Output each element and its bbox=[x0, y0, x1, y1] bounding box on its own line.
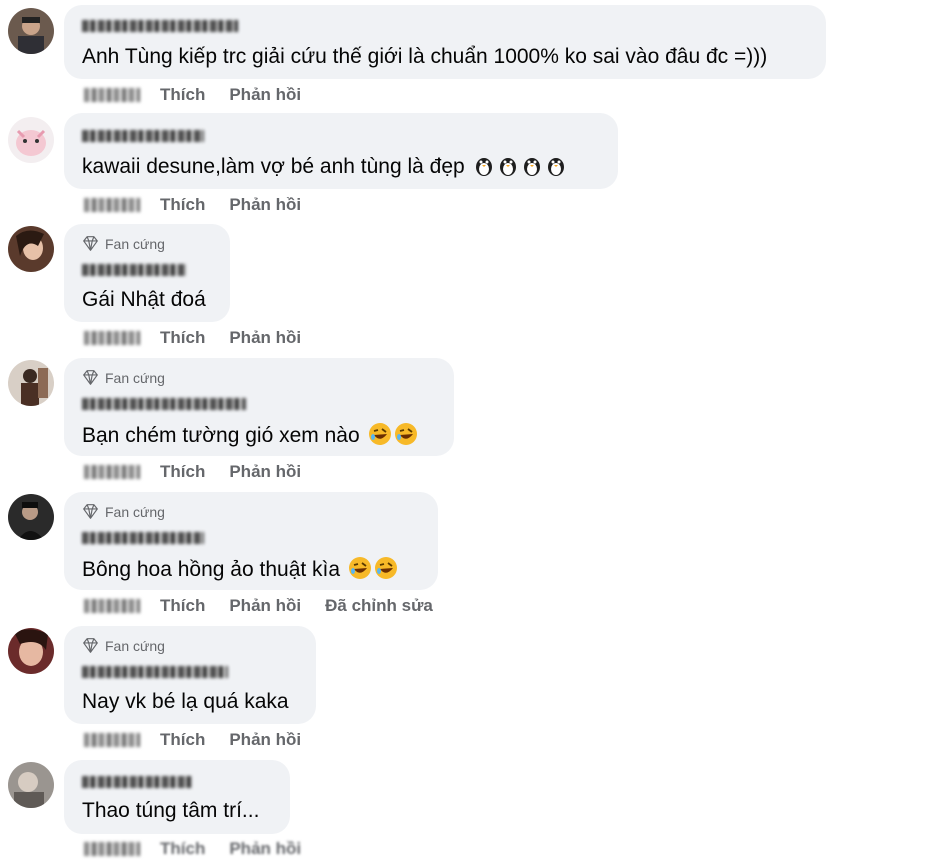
comment-bubble: Fan cứng Bông hoa hồng ảo thuật kìa bbox=[64, 492, 438, 590]
diamond-icon bbox=[83, 504, 98, 519]
edited-label[interactable]: Đã chỉnh sửa bbox=[325, 596, 433, 616]
timestamp[interactable] bbox=[84, 331, 140, 345]
timestamp[interactable] bbox=[84, 198, 140, 212]
diamond-icon bbox=[83, 236, 98, 251]
reply-button[interactable]: Phản hồi bbox=[229, 85, 301, 105]
commenter-name[interactable] bbox=[82, 776, 192, 788]
rofl-icon bbox=[348, 556, 372, 586]
diamond-icon bbox=[83, 638, 98, 653]
comment-text: Anh Tùng kiếp trc giải cứu thế giới là c… bbox=[82, 45, 768, 68]
timestamp[interactable] bbox=[84, 88, 140, 102]
avatar[interactable] bbox=[8, 762, 54, 808]
penguin-icon bbox=[497, 153, 519, 183]
comment-bubble: Anh Tùng kiếp trc giải cứu thế giới là c… bbox=[64, 5, 826, 79]
reply-button[interactable]: Phản hồi bbox=[229, 730, 301, 750]
reply-button[interactable]: Phản hồi bbox=[229, 328, 301, 348]
commenter-name[interactable] bbox=[82, 666, 228, 678]
timestamp[interactable] bbox=[84, 599, 140, 613]
like-button[interactable]: Thích bbox=[160, 462, 205, 482]
penguin-icon bbox=[545, 153, 567, 183]
comment-text: Gái Nhật đoá bbox=[82, 288, 206, 311]
reply-button[interactable]: Phản hồi bbox=[229, 195, 301, 215]
comment-actions: Thích Phản hồi Đã chỉnh sửa bbox=[84, 595, 433, 617]
comment-text-content: Bạn chém tường gió xem nào bbox=[82, 424, 360, 447]
comment-actions: Thích Phản hồi bbox=[84, 729, 325, 751]
comment-actions: Thích Phản hồi bbox=[84, 461, 325, 483]
badge-label: Fan cứng bbox=[105, 637, 165, 654]
comment-actions: Thích Phản hồi bbox=[84, 327, 325, 349]
comment-text: Thao túng tâm trí... bbox=[82, 799, 260, 822]
reply-button[interactable]: Phản hồi bbox=[229, 839, 301, 859]
timestamp[interactable] bbox=[84, 842, 140, 856]
like-button[interactable]: Thích bbox=[160, 328, 205, 348]
comment-text: Nay vk bé lạ quá kaka bbox=[82, 690, 289, 713]
comment-bubble: Fan cứng Nay vk bé lạ quá kaka bbox=[64, 626, 316, 724]
badge-label: Fan cứng bbox=[105, 503, 165, 520]
penguin-icon bbox=[521, 153, 543, 183]
avatar[interactable] bbox=[8, 8, 54, 54]
avatar[interactable] bbox=[8, 494, 54, 540]
commenter-name[interactable] bbox=[82, 398, 246, 410]
comment-text: kawaii desune,làm vợ bé anh tùng là đẹp bbox=[82, 153, 567, 183]
diamond-icon bbox=[83, 370, 98, 385]
like-button[interactable]: Thích bbox=[160, 596, 205, 616]
badge-label: Fan cứng bbox=[105, 369, 165, 386]
comment-bubble: Fan cứng Bạn chém tường gió xem nào bbox=[64, 358, 454, 456]
badge-label: Fan cứng bbox=[105, 235, 165, 252]
rofl-icon bbox=[368, 422, 392, 452]
rofl-icon bbox=[394, 422, 418, 452]
fan-badge: Fan cứng bbox=[82, 503, 165, 520]
comment-text-content: kawaii desune,làm vợ bé anh tùng là đẹp bbox=[82, 155, 465, 178]
comment-text: Bông hoa hồng ảo thuật kìa bbox=[82, 556, 398, 586]
comment-bubble: Thao túng tâm trí... bbox=[64, 760, 290, 834]
reply-button[interactable]: Phản hồi bbox=[229, 462, 301, 482]
comment-actions: Thích Phản hồi bbox=[84, 838, 325, 860]
like-button[interactable]: Thích bbox=[160, 85, 205, 105]
timestamp[interactable] bbox=[84, 733, 140, 747]
like-button[interactable]: Thích bbox=[160, 730, 205, 750]
like-button[interactable]: Thích bbox=[160, 839, 205, 859]
fan-badge: Fan cứng bbox=[82, 637, 165, 654]
avatar[interactable] bbox=[8, 226, 54, 272]
fan-badge: Fan cứng bbox=[82, 369, 165, 386]
reply-button[interactable]: Phản hồi bbox=[229, 596, 301, 616]
commenter-name[interactable] bbox=[82, 130, 204, 142]
fan-badge: Fan cứng bbox=[82, 235, 165, 252]
timestamp[interactable] bbox=[84, 465, 140, 479]
commenter-name[interactable] bbox=[82, 264, 186, 276]
comment-text-content: Bông hoa hồng ảo thuật kìa bbox=[82, 558, 341, 581]
commenter-name[interactable] bbox=[82, 20, 238, 32]
comment-text: Bạn chém tường gió xem nào bbox=[82, 422, 418, 452]
commenter-name[interactable] bbox=[82, 532, 204, 544]
avatar[interactable] bbox=[8, 117, 54, 163]
comment-actions: Thích Phản hồi bbox=[84, 194, 325, 216]
comment-bubble: kawaii desune,làm vợ bé anh tùng là đẹp bbox=[64, 113, 618, 189]
avatar[interactable] bbox=[8, 628, 54, 674]
penguin-icon bbox=[473, 153, 495, 183]
avatar[interactable] bbox=[8, 360, 54, 406]
comment-actions: Thích Phản hồi bbox=[84, 84, 325, 106]
comment-bubble: Fan cứng Gái Nhật đoá bbox=[64, 224, 230, 322]
rofl-icon bbox=[374, 556, 398, 586]
like-button[interactable]: Thích bbox=[160, 195, 205, 215]
